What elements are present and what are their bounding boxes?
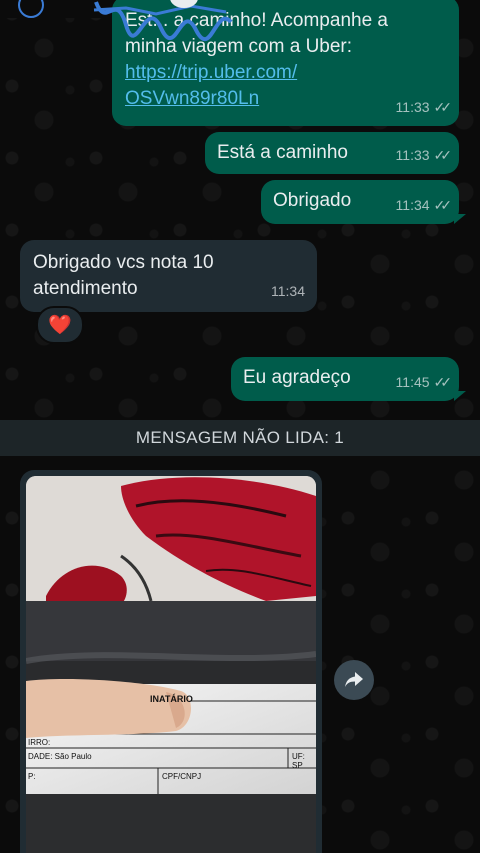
label-cidade: DADE: São Paulo — [28, 752, 92, 761]
message-obrigado-out[interactable]: Obrigado 11:34 ✓✓ — [261, 180, 459, 224]
message-time: 11:34 — [395, 197, 430, 213]
message-meta: 11:33 ✓✓ — [395, 142, 453, 168]
message-text: Obrigado vcs nota 10 atendimento — [33, 250, 214, 302]
label-destinatario: INATÁRIO — [150, 694, 193, 704]
message-time: 11:45 — [395, 374, 430, 390]
message-meta: 11:34 ✓✓ — [395, 192, 453, 218]
scribble-overlay — [93, 0, 233, 41]
message-esta-caminho[interactable]: Está a caminho 11:33 ✓✓ — [205, 132, 459, 174]
uber-trip-link[interactable]: https://trip.uber.com/ — [125, 60, 388, 86]
double-check-icon: ✓✓ — [433, 99, 453, 115]
forward-arrow-icon — [345, 672, 363, 687]
message-time: 11:33 — [395, 147, 430, 163]
bubble-tail — [454, 214, 466, 224]
uber-trip-link-cont[interactable]: OSVwn89r80Ln — [125, 86, 388, 112]
double-check-icon: ✓✓ — [433, 147, 453, 163]
photo-content — [26, 476, 316, 853]
double-check-icon: ✓✓ — [433, 197, 453, 213]
label-cep: P: — [28, 772, 36, 781]
heart-icon: ❤️ — [48, 315, 72, 336]
double-check-icon: ✓✓ — [433, 374, 453, 390]
message-line: atendimento — [33, 278, 138, 299]
heart-reaction[interactable]: ❤️ — [36, 306, 84, 344]
message-meta: 11:34 — [271, 278, 305, 304]
label-uf: UF: SP — [292, 752, 305, 770]
message-meta: 11:33 ✓✓ — [395, 94, 453, 120]
photo-image[interactable]: INATÁRIO IRRO: DADE: São Paulo UF: SP P:… — [26, 476, 316, 853]
message-text: Está a caminho — [217, 142, 348, 163]
photo-message[interactable]: INATÁRIO IRRO: DADE: São Paulo UF: SP P:… — [20, 470, 322, 853]
message-time: 11:33 — [395, 99, 430, 115]
message-agradeco[interactable]: Eu agradeço 11:45 ✓✓ — [231, 357, 459, 401]
label-bairro: IRRO: — [28, 738, 51, 747]
message-text: Obrigado — [273, 190, 352, 211]
label-cpf: CPF/CNPJ — [162, 772, 202, 781]
unread-banner-text: MENSAGEM NÃO LIDA: 1 — [135, 428, 345, 447]
forward-button[interactable] — [334, 660, 374, 700]
bubble-tail — [454, 391, 466, 401]
message-obrigado-in[interactable]: Obrigado vcs nota 10 atendimento 11:34 — [20, 240, 317, 312]
message-time: 11:34 — [271, 283, 305, 299]
message-text: Eu agradeço — [243, 367, 351, 388]
message-line: Obrigado vcs nota 10 — [33, 252, 214, 273]
message-meta: 11:45 ✓✓ — [395, 369, 453, 395]
unread-messages-banner: MENSAGEM NÃO LIDA: 1 — [0, 420, 480, 456]
